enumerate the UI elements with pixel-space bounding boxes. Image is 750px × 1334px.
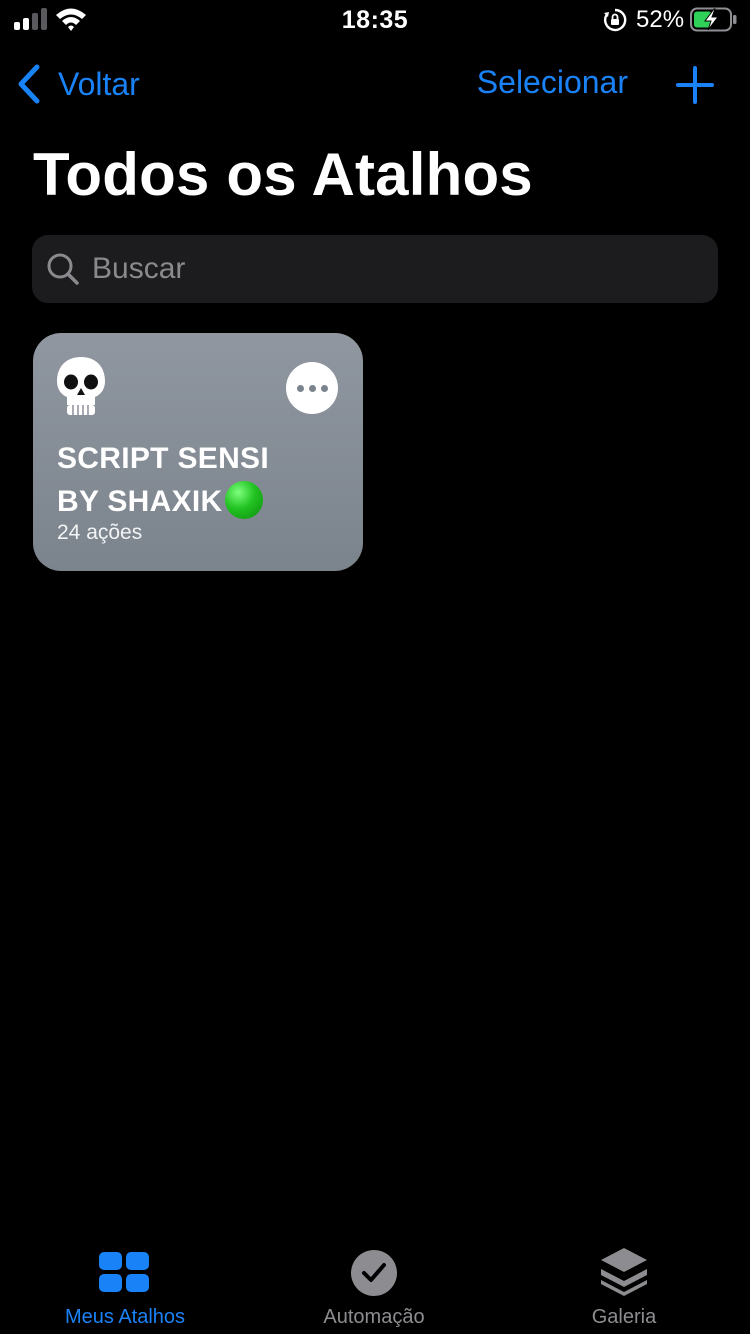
back-button[interactable]: Voltar bbox=[16, 62, 140, 106]
page-title: Todos os Atalhos bbox=[33, 141, 533, 208]
tab-label: Meus Atalhos bbox=[64, 1306, 186, 1328]
status-bar: 18:35 52% bbox=[0, 0, 750, 40]
tab-galeria[interactable]: Galeria bbox=[499, 1244, 749, 1329]
clock-check-icon bbox=[351, 1250, 397, 1296]
more-button[interactable] bbox=[286, 362, 338, 414]
back-label: Voltar bbox=[58, 65, 140, 102]
tab-meus-atalhos[interactable]: Meus Atalhos bbox=[0, 1244, 250, 1329]
search-icon bbox=[47, 253, 79, 285]
plus-icon[interactable] bbox=[676, 66, 714, 104]
select-button[interactable]: Selecionar bbox=[477, 64, 628, 101]
skull-icon bbox=[57, 357, 105, 415]
search-bar[interactable] bbox=[32, 235, 718, 303]
shortcut-name: SCRIPT SENSI BY SHAXIK bbox=[57, 437, 357, 523]
grid-icon bbox=[99, 1252, 149, 1292]
layers-icon bbox=[601, 1248, 647, 1296]
green-circle-emoji bbox=[224, 481, 263, 519]
tab-label: Automação bbox=[323, 1306, 425, 1328]
battery-icon bbox=[690, 7, 737, 32]
battery-percent: 52% bbox=[636, 6, 685, 33]
chevron-left-icon bbox=[18, 64, 40, 104]
shortcut-name-line1: SCRIPT SENSI bbox=[57, 442, 269, 475]
shortcut-name-line2: BY SHAXIK bbox=[57, 485, 223, 518]
tab-label: Galeria bbox=[591, 1306, 657, 1328]
search-input[interactable] bbox=[92, 252, 652, 286]
tab-automacao[interactable]: Automação bbox=[249, 1244, 499, 1329]
shortcut-action-count: 24 ações bbox=[57, 521, 143, 544]
shortcut-card[interactable]: SCRIPT SENSI BY SHAXIK 24 ações bbox=[33, 333, 363, 571]
rotation-lock-icon bbox=[603, 8, 627, 32]
